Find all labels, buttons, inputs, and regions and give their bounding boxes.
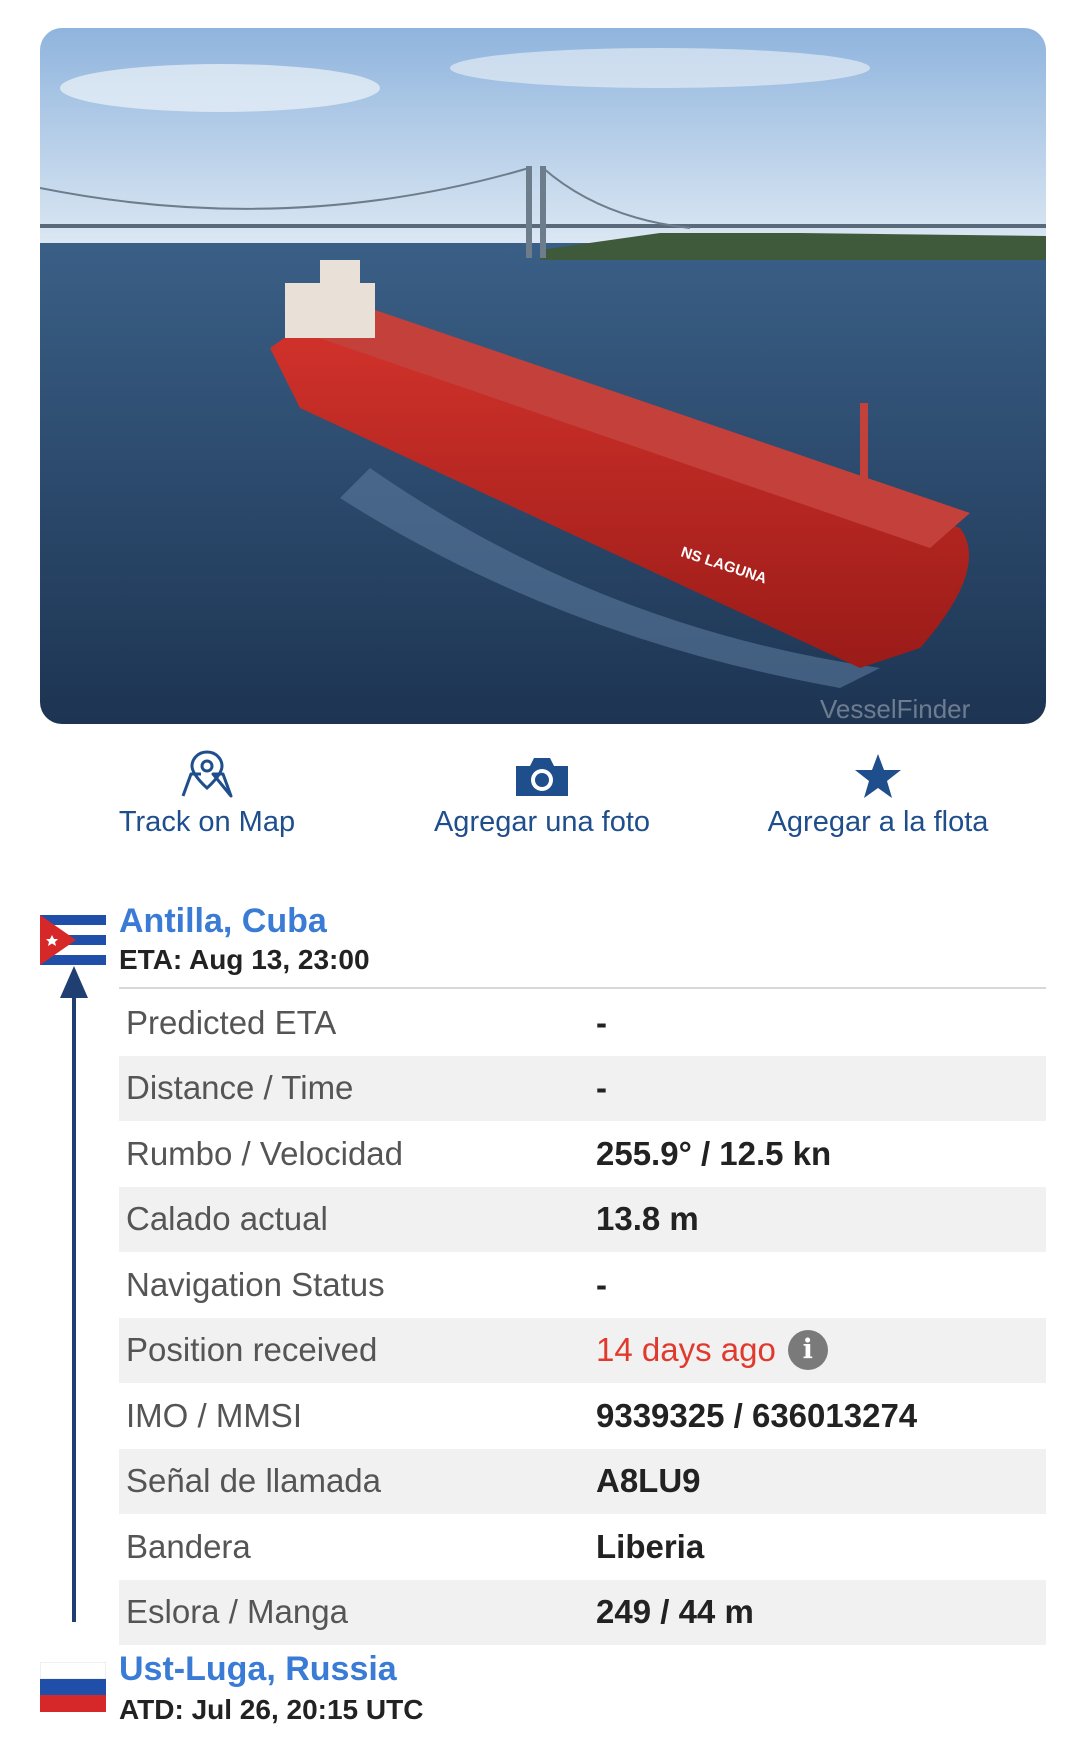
row-label: Rumbo / Velocidad (126, 1134, 404, 1172)
cuba-flag-icon (40, 915, 106, 965)
row-value: 13.8 m (596, 1200, 699, 1238)
table-row: IMO / MMSI 9339325 / 636013274 (119, 1383, 1046, 1449)
star-icon (728, 748, 1028, 800)
table-row: Calado actual 13.8 m (119, 1186, 1046, 1252)
russia-flag-icon (39, 1661, 107, 1712)
table-row: Bandera Liberia (119, 1514, 1046, 1580)
map-pin-icon (57, 748, 357, 800)
table-row: Navigation Status - (119, 1252, 1046, 1318)
table-row: Distance / Time - (119, 1055, 1046, 1121)
add-to-fleet-label: Agregar a la flota (767, 806, 989, 838)
row-label: Distance / Time (126, 1069, 354, 1107)
vessel-photo[interactable]: NS LAGUNA VesselFinder (40, 28, 1046, 724)
add-to-fleet-button[interactable]: Agregar a la flota (728, 748, 1028, 839)
row-label: Señal de llamada (126, 1462, 382, 1500)
row-label: Navigation Status (126, 1265, 385, 1303)
action-bar: Track on Map Agregar una foto Agregar a … (40, 748, 1046, 848)
add-photo-button[interactable]: Agregar una foto (392, 748, 692, 839)
destination-eta: ETA: Aug 13, 23:00 (119, 944, 370, 975)
position-received-value: 14 days ago i (596, 1330, 828, 1371)
row-label: Bandera (126, 1527, 251, 1565)
table-row: Eslora / Manga 249 / 44 m (119, 1579, 1046, 1645)
table-row: Señal de llamada A8LU9 (119, 1448, 1046, 1514)
row-value: 14 days ago (596, 1331, 776, 1369)
row-value: - (596, 1069, 607, 1107)
track-on-map-button[interactable]: Track on Map (57, 748, 357, 839)
info-icon[interactable]: i (787, 1330, 828, 1371)
divider (119, 987, 1046, 989)
origin-atd: ATD: Jul 26, 20:15 UTC (119, 1694, 424, 1725)
row-value: 249 / 44 m (596, 1593, 754, 1631)
route-line (72, 990, 76, 1622)
row-label: IMO / MMSI (126, 1396, 302, 1434)
row-value: - (596, 1265, 607, 1303)
row-label: Predicted ETA (126, 1003, 337, 1041)
table-row: Rumbo / Velocidad 255.9° / 12.5 kn (119, 1121, 1046, 1187)
table-row: Position received 14 days ago i (119, 1317, 1046, 1383)
row-label: Calado actual (126, 1200, 328, 1238)
row-value: - (596, 1003, 607, 1041)
track-on-map-label: Track on Map (118, 806, 296, 838)
row-value: Liberia (596, 1527, 705, 1565)
add-photo-label: Agregar una foto (433, 806, 651, 838)
row-value: 255.9° / 12.5 kn (596, 1134, 832, 1172)
table-row: Predicted ETA - (119, 990, 1046, 1056)
row-label: Position received (126, 1331, 378, 1369)
watermark-text: VesselFinder (820, 694, 971, 724)
row-value: A8LU9 (596, 1462, 701, 1500)
row-label: Eslora / Manga (126, 1593, 348, 1631)
destination-port-link[interactable]: Antilla, Cuba (119, 902, 327, 941)
row-value: 9339325 / 636013274 (596, 1396, 918, 1434)
camera-icon (392, 748, 692, 800)
origin-port-link[interactable]: Ust-Luga, Russia (119, 1650, 397, 1689)
vessel-details-table: Predicted ETA - Distance / Time - Rumbo … (119, 990, 1046, 1645)
